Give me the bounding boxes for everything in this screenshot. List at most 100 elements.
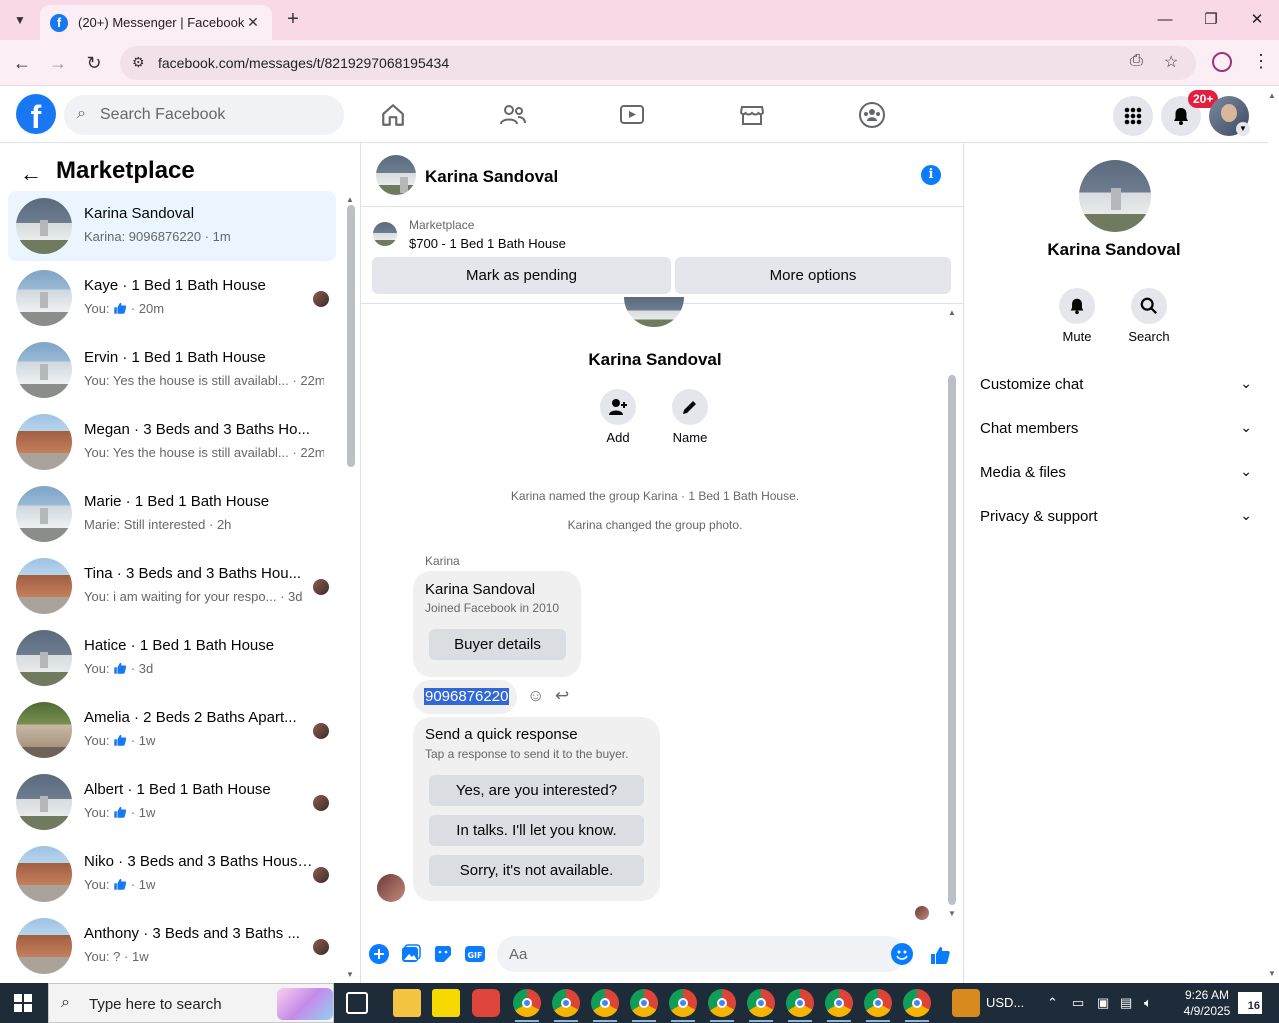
chrome-taskbar-icon[interactable] [630, 989, 658, 1017]
chrome-taskbar-icon[interactable] [591, 989, 619, 1017]
quick-response-not-available-button[interactable]: Sorry, it's not available. [429, 855, 644, 886]
group-photo[interactable] [624, 297, 684, 327]
video-icon[interactable] [617, 100, 647, 130]
currency-tray-text[interactable]: USD... [986, 995, 1024, 1010]
tray-icon[interactable]: ▭ [1072, 995, 1084, 1011]
conversation-item[interactable]: Albert · 1 Bed 1 Bath House You: · 1w [8, 767, 336, 837]
minimize-button[interactable]: — [1150, 8, 1180, 32]
windows-start-icon[interactable] [14, 994, 32, 1012]
buyer-details-button[interactable]: Buyer details [429, 629, 566, 660]
chevron-up-icon[interactable]: ⌃ [1047, 995, 1058, 1011]
chrome-taskbar-icon[interactable] [747, 989, 775, 1017]
conversation-item[interactable]: Amelia · 2 Beds 2 Baths Apart... You: · 1… [8, 695, 336, 765]
chrome-taskbar-icon[interactable] [513, 989, 541, 1017]
sticker-icon[interactable] [432, 943, 454, 965]
quick-response-in-talks-button[interactable]: In talks. I'll let you know. [429, 815, 644, 846]
facebook-search[interactable]: ⌕ [64, 95, 344, 135]
app-icon[interactable] [952, 989, 980, 1017]
contact-large-avatar[interactable] [1079, 160, 1151, 232]
privacy-support-section[interactable]: Privacy & support ⌄ [980, 505, 1252, 529]
menu-grid-icon[interactable] [1113, 96, 1153, 136]
browser-tab[interactable]: f (20+) Messenger | Facebook ✕ [40, 5, 272, 40]
add-person-icon[interactable] [600, 389, 636, 425]
conversation-item[interactable]: Karina Sandoval Karina: 9096876220 · 1m [8, 191, 336, 261]
react-emoji-icon[interactable]: ☺ [527, 686, 544, 706]
clock[interactable]: 9:26 AM 4/9/2025 [1172, 987, 1242, 1019]
chrome-taskbar-icon[interactable] [552, 989, 580, 1017]
bookmark-star-icon[interactable]: ☆ [1164, 52, 1178, 72]
facebook-logo-icon[interactable]: f [16, 94, 56, 135]
page-scroll-up-arrow-icon[interactable]: ▲ [1268, 91, 1276, 100]
back-arrow-icon[interactable]: ← [20, 161, 42, 187]
message-bubble[interactable]: 9096876220 [413, 680, 517, 714]
restore-button[interactable]: ❐ [1196, 8, 1226, 32]
app-icon[interactable] [472, 989, 500, 1017]
more-options-button[interactable]: More options [675, 257, 951, 294]
sticky-notes-icon[interactable] [432, 989, 460, 1017]
thumbs-up-like-icon[interactable] [928, 943, 952, 967]
contact-name[interactable]: Karina Sandoval [425, 167, 558, 187]
browser-menu-icon[interactable]: ⋮ [1252, 51, 1270, 72]
scroll-up-arrow-icon[interactable]: ▲ [346, 195, 354, 204]
listing-title[interactable]: $700 - 1 Bed 1 Bath House [409, 236, 566, 251]
scroll-up-arrow-icon[interactable]: ▲ [948, 308, 956, 317]
chrome-taskbar-icon[interactable] [786, 989, 814, 1017]
message-input-box[interactable] [497, 936, 913, 972]
reload-button[interactable]: ↻ [82, 51, 106, 75]
task-view-icon[interactable] [346, 992, 368, 1014]
marketplace-icon[interactable] [737, 100, 767, 130]
scroll-down-arrow-icon[interactable]: ▼ [948, 909, 956, 918]
mute-bell-icon[interactable] [1059, 288, 1095, 324]
friends-icon[interactable] [498, 100, 528, 130]
edit-name-pencil-icon[interactable] [672, 389, 708, 425]
page-scroll-down-arrow-icon[interactable]: ▼ [1268, 969, 1276, 978]
scroll-down-arrow-icon[interactable]: ▼ [346, 970, 354, 979]
listing-thumbnail[interactable] [373, 222, 397, 246]
customize-chat-section[interactable]: Customize chat ⌄ [980, 373, 1252, 397]
chrome-taskbar-icon[interactable] [708, 989, 736, 1017]
reply-icon[interactable]: ↩ [555, 686, 569, 706]
install-app-icon[interactable]: ⎙ [1130, 52, 1143, 70]
quick-response-interested-button[interactable]: Yes, are you interested? [429, 775, 644, 806]
home-icon[interactable] [378, 100, 408, 130]
window-close-button[interactable]: ✕ [1242, 8, 1272, 32]
conversation-item[interactable]: Ervin · 1 Bed 1 Bath House You: Yes the h… [8, 335, 336, 405]
list-scrollbar[interactable] [347, 205, 355, 467]
gif-icon[interactable]: GIF [464, 943, 486, 965]
volume-icon[interactable]: 🔈︎ [1144, 995, 1152, 1011]
browser-profile-icon[interactable] [1212, 52, 1232, 72]
notification-center-icon[interactable]: 16 [1238, 992, 1262, 1014]
conversation-item[interactable]: Megan · 3 Beds and 3 Baths Ho... You: Yes… [8, 407, 336, 477]
info-icon[interactable]: i [921, 165, 941, 185]
facebook-search-input[interactable] [100, 95, 330, 135]
plus-circle-icon[interactable] [368, 943, 390, 965]
chrome-taskbar-icon[interactable] [903, 989, 931, 1017]
network-icon[interactable]: ▤ [1120, 995, 1132, 1011]
file-explorer-icon[interactable] [393, 989, 421, 1017]
sender-avatar[interactable] [377, 874, 405, 902]
mark-as-pending-button[interactable]: Mark as pending [372, 257, 671, 294]
taskbar-search[interactable]: ⌕ Type here to search [48, 983, 334, 1023]
new-tab-button[interactable]: + [282, 8, 304, 30]
conversation-item[interactable]: Anthony · 3 Beds and 3 Baths ... You: ? ·… [8, 911, 336, 981]
conversation-item[interactable]: Hatice · 1 Bed 1 Bath House You: · 3d [8, 623, 336, 693]
chrome-taskbar-icon[interactable] [825, 989, 853, 1017]
chrome-taskbar-icon[interactable] [669, 989, 697, 1017]
chrome-taskbar-icon[interactable] [864, 989, 892, 1017]
tab-close-icon[interactable]: ✕ [244, 14, 262, 31]
back-button[interactable]: ← [10, 51, 34, 75]
emoji-icon[interactable] [891, 943, 913, 965]
conversation-item[interactable]: Marie · 1 Bed 1 Bath House Marie: Still i… [8, 479, 336, 549]
contact-avatar[interactable] [376, 155, 416, 195]
chat-scrollbar[interactable] [948, 375, 956, 905]
forward-button[interactable]: → [46, 51, 70, 75]
tray-icon[interactable]: ▣ [1097, 995, 1109, 1011]
account-chevron-icon[interactable]: ▼ [1236, 122, 1250, 136]
photo-icon[interactable] [400, 943, 422, 965]
conversation-item[interactable]: Niko · 3 Beds and 3 Baths House... You: ·… [8, 839, 336, 909]
omnibox[interactable]: ⚙ facebook.com/messages/t/82192970681954… [120, 46, 1196, 80]
message-input[interactable] [509, 936, 879, 972]
search-icon[interactable] [1131, 288, 1167, 324]
conversation-item[interactable]: Tina · 3 Beds and 3 Baths Hou... You: i a… [8, 551, 336, 621]
tab-search-chevron-icon[interactable]: ▼ [8, 8, 32, 32]
